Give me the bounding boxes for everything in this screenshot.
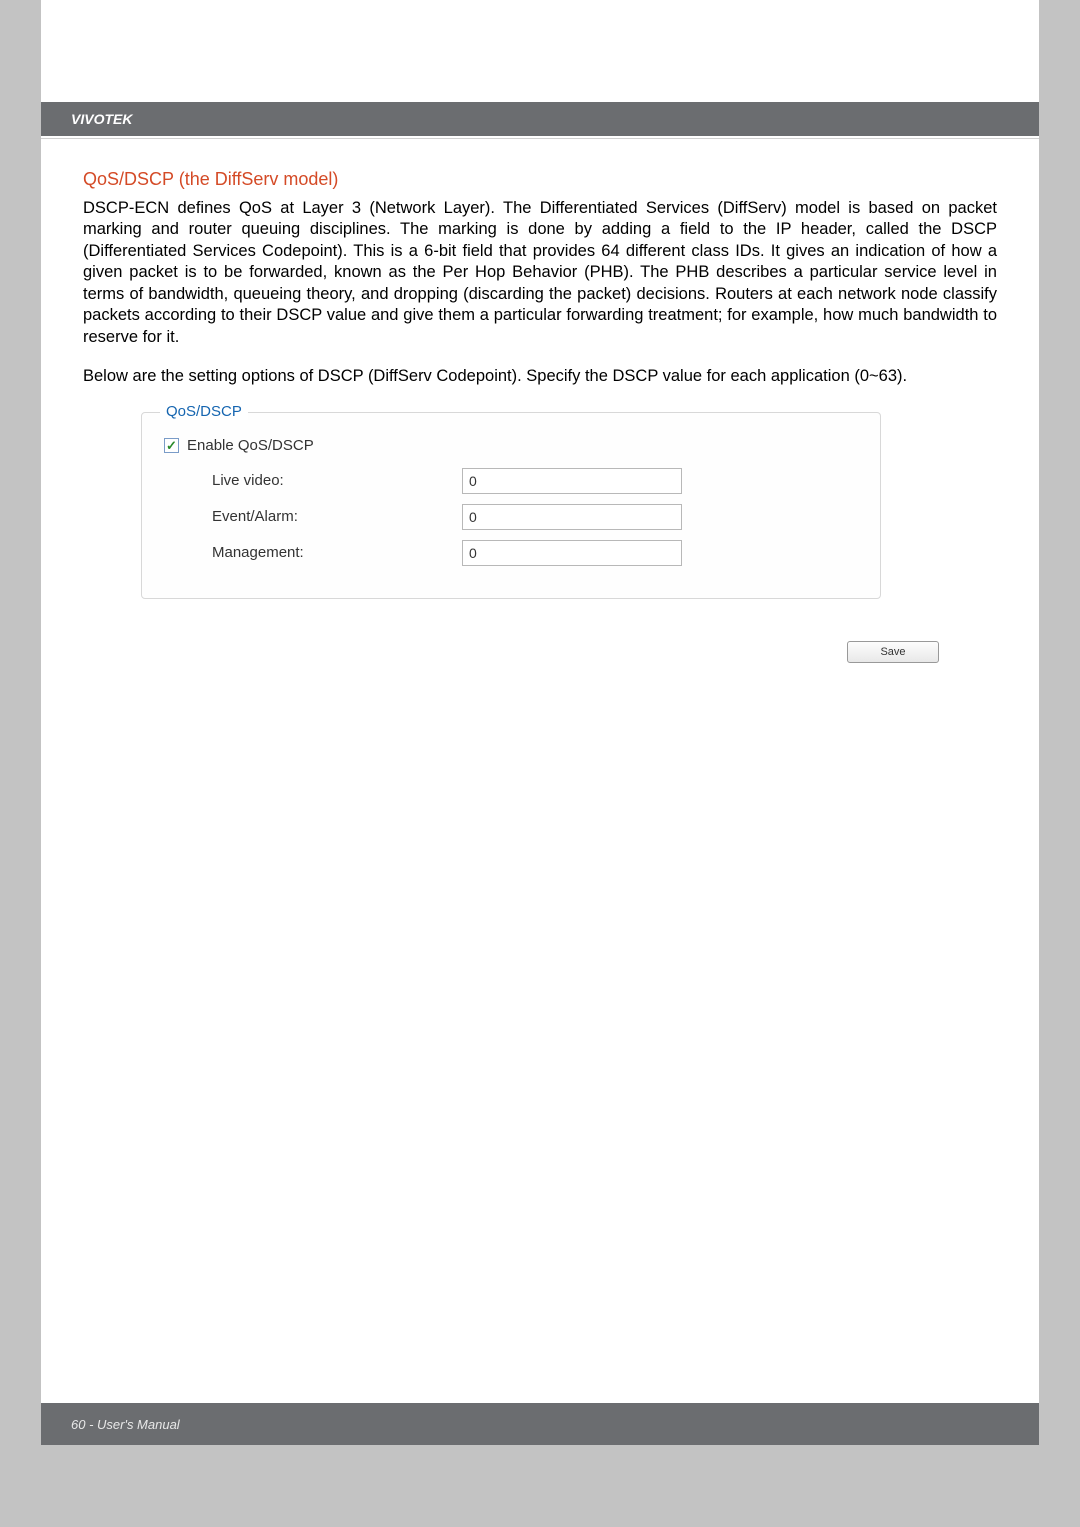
management-input[interactable] [462, 540, 682, 566]
live-video-label: Live video: [212, 472, 462, 489]
content-area: QoS/DSCP (the DiffServ model) DSCP-ECN d… [41, 139, 1039, 663]
live-video-input[interactable] [462, 468, 682, 494]
live-video-row: Live video: [164, 468, 858, 494]
save-button-label: Save [880, 646, 905, 658]
event-alarm-label: Event/Alarm: [212, 508, 462, 525]
management-row: Management: [164, 540, 858, 566]
save-button[interactable]: Save [847, 641, 939, 663]
footer-text: 60 - User's Manual [71, 1417, 180, 1432]
section-title: QoS/DSCP (the DiffServ model) [83, 169, 997, 190]
enable-qos-checkbox[interactable]: ✓ [164, 438, 179, 453]
management-label: Management: [212, 544, 462, 561]
footer-bar: 60 - User's Manual [41, 1403, 1039, 1445]
enable-checkbox-label: Enable QoS/DSCP [187, 437, 314, 454]
paragraph-1: DSCP-ECN defines QoS at Layer 3 (Network… [83, 198, 997, 348]
enable-checkbox-row: ✓ Enable QoS/DSCP [164, 437, 858, 454]
header-bar: VIVOTEK [41, 102, 1039, 136]
event-alarm-input[interactable] [462, 504, 682, 530]
checkmark-icon: ✓ [166, 439, 177, 452]
paragraph-2: Below are the setting options of DSCP (D… [83, 366, 997, 387]
qos-dscp-panel: QoS/DSCP ✓ Enable QoS/DSCP Live video: E… [141, 412, 881, 599]
page-container: VIVOTEK QoS/DSCP (the DiffServ model) DS… [41, 0, 1039, 1445]
panel-legend: QoS/DSCP [160, 403, 248, 420]
save-button-row: Save [141, 641, 939, 663]
event-alarm-row: Event/Alarm: [164, 504, 858, 530]
brand-text: VIVOTEK [71, 111, 132, 127]
